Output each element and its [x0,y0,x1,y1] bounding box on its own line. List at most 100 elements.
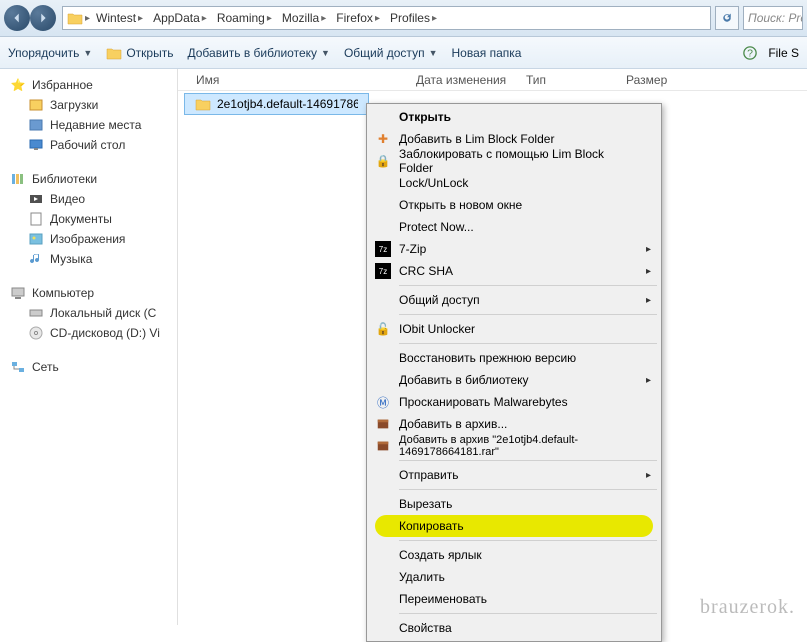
back-button[interactable] [4,5,30,31]
ctx-label: Восстановить прежнюю версию [399,351,576,365]
breadcrumb-seg[interactable]: Mozilla▸ [278,11,330,25]
ctx-protect[interactable]: Protect Now... [369,216,659,238]
ctx-label: Добавить в архив "2e1otjb4.default-14691… [399,434,641,458]
archive-icon [375,416,391,432]
sidebar-item-recent[interactable]: Недавние места [0,115,177,135]
breadcrumb-seg[interactable]: Profiles▸ [386,11,441,25]
ctx-send[interactable]: Отправить ▸ [369,464,659,486]
ctx-addlib[interactable]: Добавить в библиотеку▸ [369,369,659,391]
ctx-label: Переименовать [399,592,487,606]
ctx-7zip[interactable]: 7z7-Zip▸ [369,238,659,260]
open-button[interactable]: Открыть [106,45,173,61]
nav-buttons [4,5,56,31]
breadcrumb-seg[interactable]: AppData▸ [149,11,211,25]
chevron-right-icon[interactable]: ▸ [321,13,326,24]
sidebar-label: Библиотеки [32,172,97,186]
ctx-label: Добавить в архив... [399,417,507,431]
breadcrumb-seg[interactable]: Wintest▸ [92,11,147,25]
ctx-lockunlock[interactable]: Lock/UnLock [369,172,659,194]
sidebar-item-documents[interactable]: Документы [0,209,177,229]
address-bar[interactable]: ▸ Wintest▸ AppData▸ Roaming▸ Mozilla▸ Fi… [62,6,711,30]
chevron-right-icon: ▸ [646,266,651,277]
watermark: brauzerok. [700,596,795,619]
computer-icon [10,285,26,301]
ctx-iobit[interactable]: 🔓IObit Unlocker [369,318,659,340]
sidebar-item-localdisk[interactable]: Локальный диск (C [0,303,177,323]
organize-button[interactable]: Упорядочить ▼ [8,46,92,60]
ctx-copy[interactable]: Копировать [375,515,653,537]
sidebar-item-music[interactable]: Музыка [0,249,177,269]
breadcrumb-seg[interactable]: Roaming▸ [213,11,276,25]
file-name: 2e1otjb4.default-1469178664181 [217,97,358,111]
breadcrumb-seg[interactable]: Firefox▸ [332,11,384,25]
new-folder-button[interactable]: Новая папка [451,46,521,60]
ctx-label: Удалить [399,570,445,584]
sidebar-label: Компьютер [32,286,94,300]
sidebar-item-downloads[interactable]: Загрузки [0,95,177,115]
refresh-button[interactable] [715,6,739,30]
sidebar-item-cddrive[interactable]: CD-дисковод (D:) Vi [0,323,177,343]
ctx-label: Копировать [399,519,464,533]
chevron-right-icon[interactable]: ▸ [267,13,272,24]
chevron-down-icon: ▼ [83,48,92,58]
sidebar-item-desktop[interactable]: Рабочий стол [0,135,177,155]
sidebar-computer-header[interactable]: Компьютер [0,283,177,303]
column-name[interactable]: Имя [188,73,408,87]
add-library-button[interactable]: Добавить в библиотеку ▼ [187,46,329,60]
column-date[interactable]: Дата изменения [408,73,518,87]
ctx-newwindow[interactable]: Открыть в новом окне [369,194,659,216]
chevron-right-icon[interactable]: ▸ [202,13,207,24]
ctx-props[interactable]: Свойства [369,617,659,639]
malwarebytes-icon: Ⓜ [375,394,391,410]
share-button[interactable]: Общий доступ ▼ [344,46,438,60]
chevron-right-icon[interactable]: ▸ [375,13,380,24]
chevron-right-icon: ▸ [646,470,651,481]
file-row-selected[interactable]: 2e1otjb4.default-1469178664181 [184,93,369,115]
sidebar-network-header[interactable]: Сеть [0,357,177,377]
ctx-rename[interactable]: Переименовать [369,588,659,610]
ctx-shortcut[interactable]: Создать ярлык [369,544,659,566]
ctx-label: Общий доступ [399,293,480,307]
sidebar-item-pictures[interactable]: Изображения [0,229,177,249]
ctx-limblocklock[interactable]: 🔒 Заблокировать с помощью Lim Block Folde… [369,150,659,172]
sidebar-item-videos[interactable]: Видео [0,189,177,209]
recent-icon [28,117,44,133]
network-icon [10,359,26,375]
sidebar-label: Загрузки [50,98,98,112]
ctx-crcsha[interactable]: 7zCRC SHA▸ [369,260,659,282]
cd-icon [28,325,44,341]
ctx-label: Добавить в Lim Block Folder [399,132,554,146]
ctx-label: Lock/UnLock [399,176,468,190]
ctx-restore[interactable]: Восстановить прежнюю версию [369,347,659,369]
ctx-label: Отправить [399,468,459,482]
search-input[interactable]: Поиск: Pro [743,6,803,30]
chevron-right-icon[interactable]: ▸ [138,13,143,24]
chevron-right-icon[interactable]: ▸ [432,13,437,24]
chevron-right-icon: ▸ [646,295,651,306]
sidebar-label: Рабочий стол [50,138,125,152]
column-size[interactable]: Размер [618,73,698,87]
ctx-malware[interactable]: Ⓜ Просканировать Malwarebytes [369,391,659,413]
forward-button[interactable] [30,5,56,31]
sidebar-favorites-header[interactable]: ⭐Избранное [0,75,177,95]
help-icon[interactable]: ? [742,45,758,61]
file-menu[interactable]: File S [768,46,799,60]
ctx-archive[interactable]: Добавить в архив... [369,413,659,435]
ctx-open[interactable]: Открыть [369,106,659,128]
ctx-label: Protect Now... [399,220,474,234]
ctx-label: Заблокировать с помощью Lim Block Folder [399,147,641,175]
column-type[interactable]: Тип [518,73,618,87]
chevron-down-icon: ▼ [429,48,438,58]
sidebar-label: Сеть [32,360,59,374]
sidebar-libraries-header[interactable]: Библиотеки [0,169,177,189]
star-icon: ⭐ [10,77,26,93]
ctx-delete[interactable]: Удалить [369,566,659,588]
ctx-share[interactable]: Общий доступ ▸ [369,289,659,311]
pictures-icon [28,231,44,247]
breadcrumb-label: Profiles [390,11,430,25]
ctx-archiveto[interactable]: Добавить в архив "2e1otjb4.default-14691… [369,435,659,457]
chevron-right-icon[interactable]: ▸ [85,13,90,24]
ctx-cut[interactable]: Вырезать [369,493,659,515]
lock-icon: 🔒 [375,153,391,169]
ctx-label: Просканировать Malwarebytes [399,395,568,409]
